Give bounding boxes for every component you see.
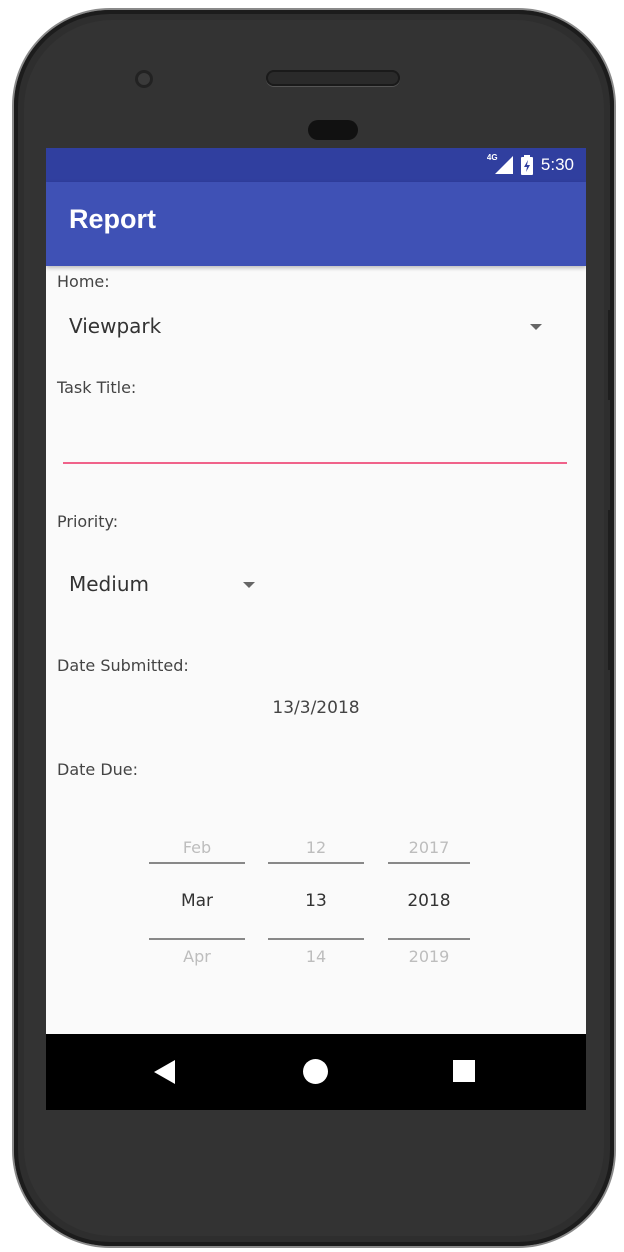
signal-icon: 4G bbox=[487, 153, 513, 174]
battery-icon bbox=[520, 155, 533, 175]
task-title-label: Task Title: bbox=[57, 378, 137, 397]
status-bar: 4G 5:30 bbox=[46, 148, 586, 182]
screen: 4G 5:30 Report Home: Viewpark Task Title… bbox=[46, 148, 586, 1110]
year-prev[interactable]: 2017 bbox=[388, 838, 470, 857]
year-picker[interactable]: 2017 2018 2019 bbox=[388, 828, 470, 988]
month-picker[interactable]: Feb Mar Apr bbox=[149, 828, 245, 988]
year-current[interactable]: 2018 bbox=[388, 891, 470, 911]
chevron-down-icon bbox=[243, 582, 255, 588]
day-prev[interactable]: 12 bbox=[268, 838, 364, 857]
day-current[interactable]: 13 bbox=[268, 891, 364, 911]
app-bar: Report bbox=[46, 182, 586, 266]
proximity-sensor bbox=[308, 120, 358, 140]
date-submitted-label: Date Submitted: bbox=[57, 656, 189, 675]
network-type-label: 4G bbox=[486, 153, 498, 162]
earpiece-speaker bbox=[266, 70, 400, 86]
picker-divider bbox=[149, 938, 245, 940]
status-icons: 4G 5:30 bbox=[487, 148, 574, 182]
back-icon[interactable] bbox=[154, 1060, 175, 1084]
date-due-label: Date Due: bbox=[57, 760, 139, 779]
picker-divider bbox=[149, 862, 245, 864]
year-next[interactable]: 2019 bbox=[388, 947, 470, 966]
day-next[interactable]: 14 bbox=[268, 947, 364, 966]
task-title-input[interactable] bbox=[63, 418, 567, 464]
priority-label: Priority: bbox=[57, 512, 119, 531]
picker-divider bbox=[268, 938, 364, 940]
priority-spinner-value: Medium bbox=[69, 572, 149, 596]
day-picker[interactable]: 12 13 14 bbox=[268, 828, 364, 988]
page-title: Report bbox=[69, 204, 156, 234]
month-current[interactable]: Mar bbox=[149, 891, 245, 911]
home-spinner-value: Viewpark bbox=[69, 314, 162, 338]
priority-spinner[interactable]: Medium bbox=[46, 562, 276, 610]
power-button bbox=[608, 510, 614, 670]
front-camera bbox=[135, 70, 153, 88]
home-icon[interactable] bbox=[303, 1059, 328, 1084]
recents-icon[interactable] bbox=[453, 1060, 475, 1082]
volume-button bbox=[608, 310, 614, 400]
home-label: Home: bbox=[57, 272, 110, 291]
chevron-down-icon bbox=[530, 324, 542, 330]
picker-divider bbox=[268, 862, 364, 864]
date-submitted-value: 13/3/2018 bbox=[272, 698, 360, 718]
month-next[interactable]: Apr bbox=[149, 947, 245, 966]
month-prev[interactable]: Feb bbox=[149, 838, 245, 857]
status-time: 5:30 bbox=[540, 155, 574, 174]
picker-divider bbox=[388, 938, 470, 940]
picker-divider bbox=[388, 862, 470, 864]
home-spinner[interactable]: Viewpark bbox=[46, 304, 586, 352]
navigation-bar bbox=[46, 1034, 586, 1110]
